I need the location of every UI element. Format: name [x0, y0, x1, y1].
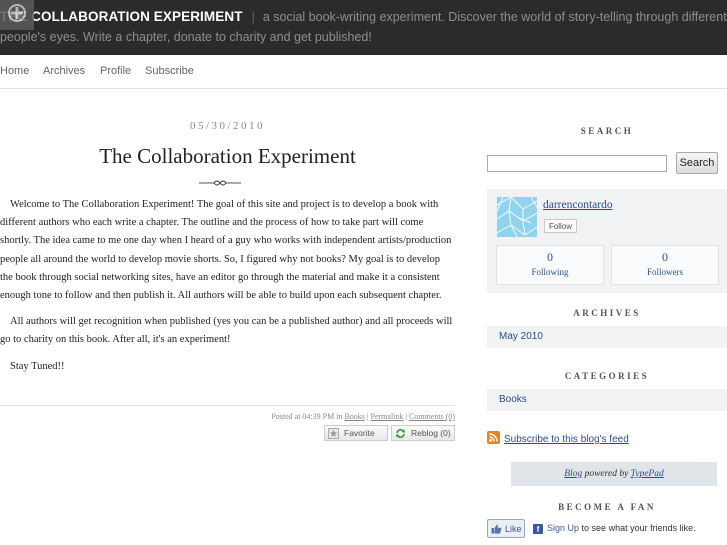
star-icon	[328, 427, 339, 439]
nav-home[interactable]: Home	[0, 65, 29, 77]
site-title[interactable]: THE COLLABORATION EXPERIMENT	[0, 9, 243, 24]
search-heading: SEARCH	[580, 126, 634, 136]
nav-archives[interactable]: Archives	[43, 65, 85, 77]
reblog-label: Reblog (0)	[411, 428, 451, 438]
facebook-icon: f	[533, 524, 543, 534]
post-body: Welcome to The Collaboration Experiment!…	[0, 196, 455, 384]
permalink-link[interactable]: Permalink	[371, 412, 404, 421]
archive-link-may-2010[interactable]: May 2010	[487, 326, 727, 348]
main-nav: Home Archives Profile Subscribe	[0, 55, 727, 89]
reblog-icon	[396, 428, 405, 438]
typepad-link[interactable]: TypePad	[631, 469, 664, 479]
nav-profile[interactable]: Profile	[100, 65, 131, 77]
posted-at-text: Posted at 04:39 PM in	[271, 412, 343, 421]
header-line-1: THE COLLABORATION EXPERIMENT | a social bo…	[0, 9, 727, 25]
post-date: 05/30/2010	[189, 120, 266, 132]
category-link-books[interactable]: Books	[487, 389, 727, 411]
facebook-like-button[interactable]: Like	[487, 519, 525, 538]
typepad-powered-by: powered by	[584, 469, 629, 479]
become-fan-heading: BECOME A FAN	[558, 502, 656, 512]
subscribe-feed-link[interactable]: Subscribe to this blog's feed	[504, 434, 629, 445]
followers-stat[interactable]: 0 Followers	[611, 245, 719, 285]
facebook-signup-text: Sign Up to see what your friends like.	[547, 523, 696, 533]
avatar[interactable]	[497, 197, 537, 237]
profile-name-link[interactable]: darrencontardo	[543, 199, 613, 211]
post-paragraph: Stay Tuned!!	[10, 360, 65, 372]
facebook-signup-link[interactable]: Sign Up	[547, 523, 579, 533]
reblog-button[interactable]: Reblog (0)	[391, 425, 455, 441]
category-link[interactable]: Books	[344, 412, 364, 421]
thumbs-up-icon	[491, 524, 502, 534]
favorite-label: Favorite	[344, 428, 375, 438]
facebook-signup-desc: to see what your friends like.	[581, 523, 696, 533]
post-paragraph: All authors will get recognition when pu…	[0, 316, 453, 346]
like-label: Like	[505, 523, 522, 534]
search-button[interactable]: Search	[676, 152, 718, 174]
typepad-badge[interactable]: Blog powered by TypePad	[511, 462, 717, 486]
typepad-logo-icon[interactable]	[0, 0, 34, 30]
nav-subscribe[interactable]: Subscribe	[145, 65, 194, 77]
post-footer: Posted at 04:39 PM in Books | Permalink …	[271, 412, 455, 421]
subscribe-feed-row[interactable]: Subscribe to this blog's feed	[487, 431, 727, 445]
site-tagline-line-1: a social book-writing experiment. Discov…	[262, 10, 727, 24]
site-header: THE COLLABORATION EXPERIMENT | a social bo…	[0, 0, 727, 55]
typepad-blog-link[interactable]: Blog	[564, 469, 582, 479]
post-title[interactable]: The Collaboration Experiment	[0, 144, 455, 169]
ornament-divider-icon	[199, 180, 241, 186]
categories-heading: CATEGORIES	[564, 371, 650, 381]
post-divider	[0, 405, 455, 406]
rss-icon	[487, 431, 500, 444]
search-input[interactable]	[487, 155, 667, 172]
follow-button[interactable]: Follow	[544, 219, 577, 233]
following-stat[interactable]: 0 Following	[496, 245, 604, 285]
favorite-button[interactable]: Favorite	[324, 425, 388, 441]
following-label: Following	[531, 267, 569, 277]
comments-link[interactable]: Comments (0)	[409, 412, 455, 421]
site-tagline-line-2: people's eyes. Write a chapter, donate t…	[0, 30, 372, 44]
title-separator: |	[251, 10, 255, 24]
archives-heading: ARCHIVES	[573, 308, 641, 318]
following-count: 0	[547, 250, 553, 264]
followers-label: Followers	[647, 267, 683, 277]
followers-count: 0	[662, 250, 668, 264]
post-paragraph: Welcome to The Collaboration Experiment!…	[0, 199, 452, 302]
